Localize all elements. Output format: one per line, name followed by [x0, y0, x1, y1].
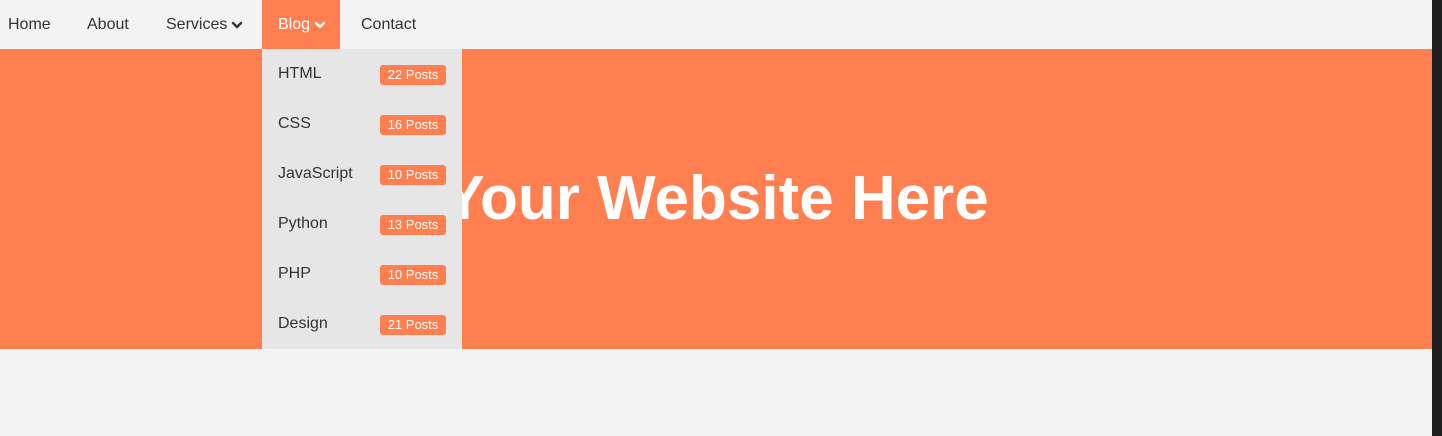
hero-banner: Your Website Here [0, 49, 1432, 349]
dropdown-item-label: Python [278, 215, 328, 232]
post-count-badge: 13 Posts [380, 215, 446, 235]
nav-item-home[interactable]: Home [0, 0, 79, 49]
dropdown-item-label: JavaScript [278, 165, 353, 182]
dropdown-item-label: PHP [278, 265, 311, 282]
dropdown-item-label: Design [278, 315, 328, 332]
dropdown-item-javascript[interactable]: JavaScript 10 Posts [262, 149, 462, 199]
nav-item-label: Blog [278, 15, 311, 33]
post-count-badge: 21 Posts [380, 315, 446, 335]
dropdown-item-label: HTML [278, 65, 322, 82]
dropdown-item-css[interactable]: CSS 16 Posts [262, 99, 462, 149]
nav-item-services[interactable]: Services [158, 0, 262, 49]
dropdown-item-html[interactable]: HTML 22 Posts [262, 49, 462, 99]
chevron-down-icon [314, 21, 326, 28]
dropdown-item-php[interactable]: PHP 10 Posts [262, 249, 462, 299]
dropdown-item-design[interactable]: Design 21 Posts [262, 299, 462, 349]
nav-item-blog[interactable]: Blog [262, 0, 340, 49]
post-count-badge: 10 Posts [380, 265, 446, 285]
blog-dropdown-menu: HTML 22 Posts CSS 16 Posts JavaScript 10… [262, 49, 462, 349]
navbar: Home About Services Blog Contact [0, 0, 1432, 49]
window-scrollbar[interactable] [1432, 0, 1442, 436]
nav-item-label: Home [8, 15, 51, 33]
chevron-down-icon [232, 21, 243, 28]
nav-item-contact[interactable]: Contact [340, 0, 441, 49]
post-count-badge: 16 Posts [380, 115, 446, 135]
nav-item-label: Services [166, 15, 228, 33]
hero-title: Your Website Here [443, 164, 989, 233]
dropdown-item-label: CSS [278, 115, 311, 132]
nav-item-about[interactable]: About [79, 0, 158, 49]
dropdown-item-python[interactable]: Python 13 Posts [262, 199, 462, 249]
post-count-badge: 22 Posts [380, 65, 446, 85]
post-count-badge: 10 Posts [380, 165, 446, 185]
nav-item-label: About [87, 15, 129, 33]
nav-item-label: Contact [361, 15, 417, 33]
